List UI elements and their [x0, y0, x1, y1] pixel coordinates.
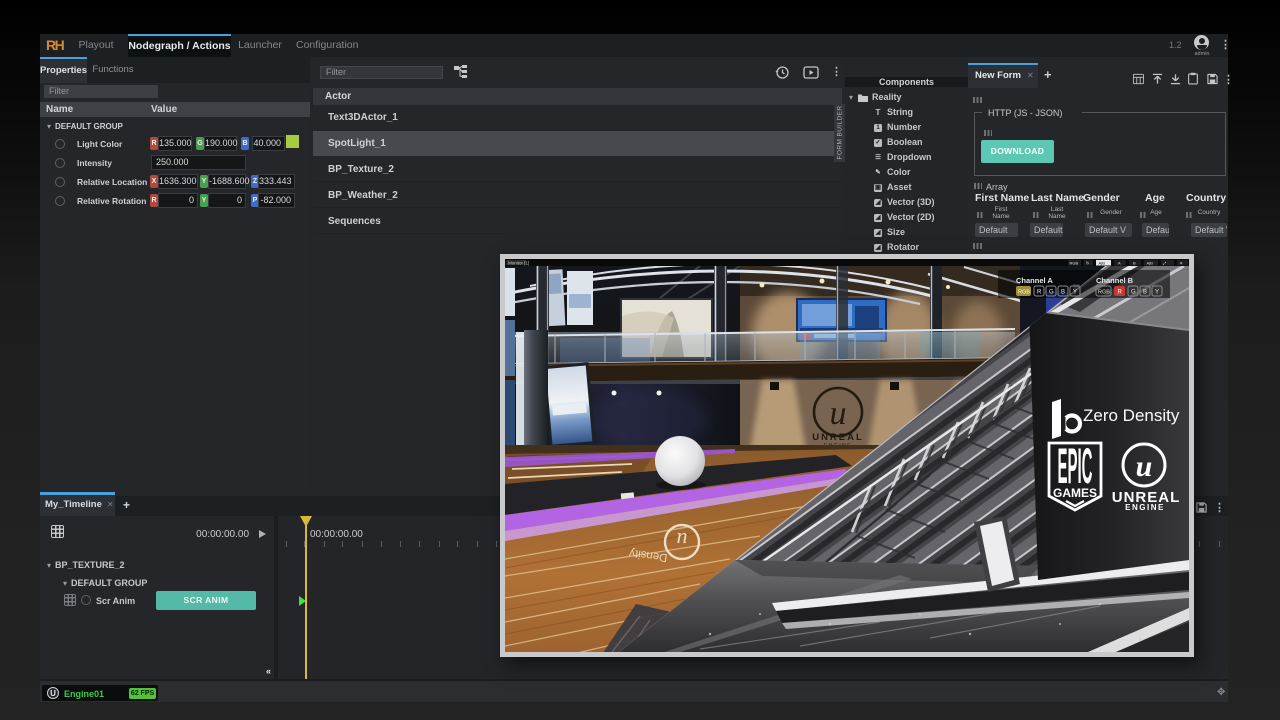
svg-text:Channel A: Channel A [1016, 276, 1053, 285]
svg-text:GAMES: GAMES [1053, 486, 1097, 500]
svg-text:Y: Y [1073, 290, 1077, 296]
svg-text:✕: ✕ [1180, 260, 1183, 265]
svg-text:B: B [1143, 290, 1147, 296]
svg-text:Zero Density: Zero Density [1083, 406, 1180, 425]
svg-text:A|B: A|B [1147, 260, 1154, 265]
svg-text:↻: ↻ [1086, 260, 1089, 265]
svg-text:Channel B: Channel B [1096, 276, 1134, 285]
svg-text:u: u [1136, 450, 1153, 483]
svg-text:Y: Y [1155, 290, 1159, 296]
svg-text:R: R [1037, 290, 1042, 296]
svg-text:RGB: RGB [1070, 260, 1079, 265]
svg-text:UNREAL: UNREAL [812, 432, 864, 443]
svg-text:RGB: RGB [1098, 290, 1110, 296]
svg-text:G: G [1131, 290, 1136, 296]
svg-text:G: G [1049, 290, 1054, 296]
svg-text:u: u [677, 528, 688, 553]
svg-text:A|B: A|B [1099, 260, 1106, 265]
svg-text:Monitor [1]: Monitor [1] [508, 261, 529, 266]
svg-text:ENGINE: ENGINE [1125, 503, 1165, 512]
svg-text:A: A [1118, 260, 1121, 265]
svg-text:B: B [1061, 290, 1065, 296]
svg-text:B: B [1133, 260, 1136, 265]
svg-text:R: R [1118, 290, 1123, 296]
svg-text:u: u [830, 395, 847, 432]
svg-text:RGB: RGB [1018, 290, 1030, 296]
